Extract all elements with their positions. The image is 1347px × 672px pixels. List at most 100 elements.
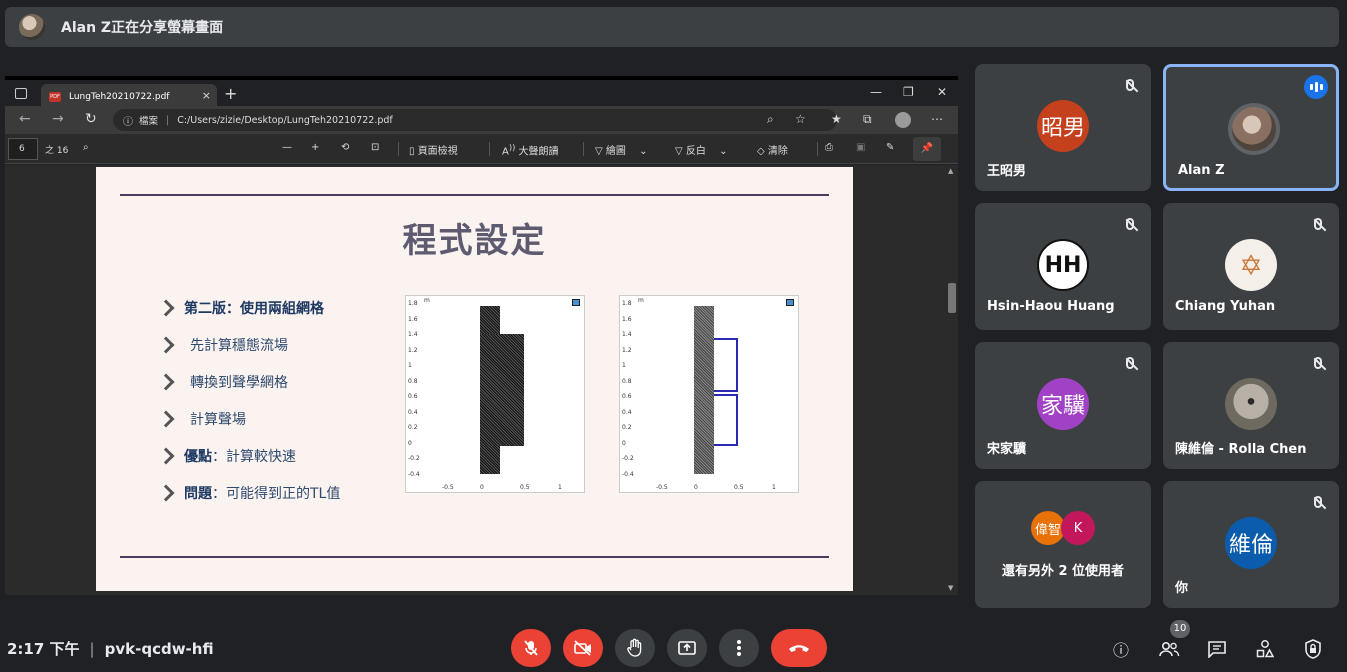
tab-close-icon[interactable]: × — [202, 89, 211, 102]
participant-tile[interactable]: HH Hsin-Haou Huang — [975, 203, 1151, 330]
favorites-bar-icon[interactable]: ★ — [831, 112, 842, 126]
fit-page-icon[interactable]: ⊡ — [371, 142, 379, 153]
pdf-scrollbar[interactable]: ▲ ▼ — [946, 165, 958, 595]
scroll-down-icon[interactable]: ▼ — [948, 584, 953, 592]
toolbar-divider — [489, 142, 490, 156]
participant-tile[interactable]: 維倫你 — [1163, 481, 1339, 608]
avatar: HH — [1037, 239, 1089, 291]
host-controls-icon[interactable] — [1300, 636, 1326, 662]
address-field[interactable]: ⓘ 檔案 | C:/Users/zizie/Desktop/LungTeh202… — [113, 109, 837, 131]
scroll-thumb[interactable] — [948, 283, 956, 313]
zoom-out-icon[interactable]: — — [282, 142, 292, 153]
chat-icon[interactable] — [1204, 636, 1230, 662]
y-tick-label: 0.4 — [408, 408, 418, 416]
page-view-button[interactable]: ▯ 頁面檢視 — [409, 142, 458, 157]
speaking-indicator-icon — [1304, 75, 1328, 99]
presenter-avatar — [19, 14, 45, 40]
avatar: 維倫 — [1225, 517, 1277, 569]
chevron-right-icon — [157, 484, 175, 502]
participant-tile[interactable]: ✡ Chiang Yuhan — [1163, 203, 1339, 330]
draw-chevron-icon[interactable]: ⌄ — [639, 146, 647, 157]
avatar: K — [1061, 511, 1095, 545]
new-tab-icon[interactable]: + — [224, 84, 237, 103]
clock-time: 2:17 下午 — [7, 640, 80, 658]
toolbar-divider — [583, 142, 584, 156]
forward-icon[interactable]: → — [52, 111, 64, 127]
participant-tile[interactable]: 昭男 王昭男 — [975, 64, 1151, 191]
participant-tile[interactable]: Alan Z — [1163, 64, 1339, 191]
bullet-text: ：計算較快速 — [212, 449, 296, 465]
rotate-icon[interactable]: ⟲ — [341, 142, 349, 153]
participant-tile[interactable]: 偉智 K 還有另外 2 位使用者 — [975, 481, 1151, 608]
mic-toggle-button[interactable] — [511, 629, 551, 667]
page-number-input[interactable]: 6 — [8, 138, 38, 160]
tab-title: LungTeh20210722.pdf — [69, 92, 170, 102]
camera-toggle-button[interactable] — [563, 629, 603, 667]
pin-toolbar-icon[interactable]: 📌 — [913, 137, 941, 161]
more-icon[interactable]: ⋯ — [931, 112, 943, 126]
y-tick-label: 1.8 — [622, 300, 632, 307]
window-close-icon[interactable]: ✕ — [937, 85, 947, 99]
save-icon[interactable]: ▣ — [856, 142, 865, 153]
bullet-text: 轉換到聲學網格 — [190, 375, 288, 391]
y-tick-label: 1.4 — [622, 331, 632, 338]
url-text: C:/Users/zizie/Desktop/LungTeh20210722.p… — [177, 114, 393, 126]
favorite-icon[interactable]: ☆ — [795, 112, 806, 126]
tab-actions-icon[interactable] — [15, 88, 27, 99]
refresh-icon[interactable]: ↻ — [85, 111, 97, 127]
zoom-in-icon[interactable]: + — [311, 142, 319, 153]
hand-icon — [627, 638, 642, 657]
profile-icon[interactable] — [895, 112, 911, 128]
find-icon[interactable]: ⌕ — [83, 142, 89, 153]
raise-hand-button[interactable] — [615, 629, 655, 667]
shared-screen: PDF LungTeh20210722.pdf × + — ❐ ✕ ← → ↻ … — [5, 76, 958, 595]
leave-call-button[interactable] — [771, 629, 827, 667]
slide-title: 程式設定 — [402, 221, 547, 261]
x-tick-label: 0.5 — [734, 484, 744, 491]
scroll-up-icon[interactable]: ▲ — [948, 167, 953, 175]
bullet-bold: 優點 — [184, 449, 212, 465]
collections-icon[interactable]: ⧉ — [863, 112, 872, 127]
y-tick-label: 0 — [408, 439, 412, 447]
address-bar-row: ← → ↻ ⓘ 檔案 | C:/Users/zizie/Desktop/Lung… — [5, 106, 958, 134]
restore-icon[interactable]: ❐ — [903, 85, 914, 99]
highlight-button[interactable]: ▽ 反白 ⌄ — [675, 142, 727, 157]
y-tick-label: 0.8 — [622, 377, 632, 385]
draw-button[interactable]: ▽ 繪圖 ⌄ — [595, 142, 647, 157]
save-as-icon[interactable]: ✎ — [886, 142, 894, 153]
chevron-right-icon — [157, 299, 175, 317]
minimize-icon[interactable]: — — [870, 85, 882, 99]
meeting-details-icon[interactable]: ⓘ — [1108, 636, 1134, 662]
info-icon[interactable]: ⓘ — [123, 113, 133, 128]
erase-label: 清除 — [767, 146, 788, 157]
presenting-text: Alan Z正在分享螢幕畫面 — [61, 20, 224, 36]
mic-muted-icon — [1119, 352, 1141, 374]
back-icon[interactable]: ← — [19, 111, 31, 127]
print-icon[interactable]: ⎙ — [825, 142, 833, 153]
pdf-document-area[interactable]: 程式設定 第二版 ：使用兩組網格 先計算穩態流場 轉換到聲學網格 計算聲場 優點：… — [5, 165, 946, 595]
read-aloud-button[interactable]: A)) 大聲朗讀 — [502, 142, 559, 157]
address-separator: | — [166, 114, 170, 126]
x-tick-label: -0.5 — [442, 484, 454, 491]
site-info-label: 檔案 — [139, 116, 159, 127]
bullet-bold: 問題 — [184, 486, 212, 502]
activities-icon[interactable] — [1252, 636, 1278, 662]
avatar: ✡ — [1225, 239, 1277, 291]
participant-tile[interactable]: 陳維倫 - Rolla Chen — [1163, 342, 1339, 469]
avatar: 昭男 — [1037, 100, 1089, 152]
highlight-chevron-icon[interactable]: ⌄ — [719, 146, 727, 157]
more-vert-icon — [737, 640, 741, 656]
bullet-text: 先計算穩態流場 — [190, 338, 288, 354]
participant-tile[interactable]: 家驥 宋家驥 — [975, 342, 1151, 469]
more-options-button[interactable] — [719, 629, 759, 667]
top-rule — [120, 194, 829, 196]
y-tick-label: 0.2 — [622, 424, 632, 431]
erase-button[interactable]: ◇ 清除 — [757, 142, 788, 157]
y-tick-label: -0.4 — [622, 470, 634, 478]
search-icon[interactable]: ⌕ — [767, 112, 774, 127]
participant-name: Chiang Yuhan — [1175, 299, 1276, 314]
read-aloud-label: 大聲朗讀 — [518, 146, 559, 158]
people-icon[interactable] — [1156, 636, 1182, 662]
avatar: 偉智 — [1031, 511, 1065, 545]
present-button[interactable] — [667, 629, 707, 667]
